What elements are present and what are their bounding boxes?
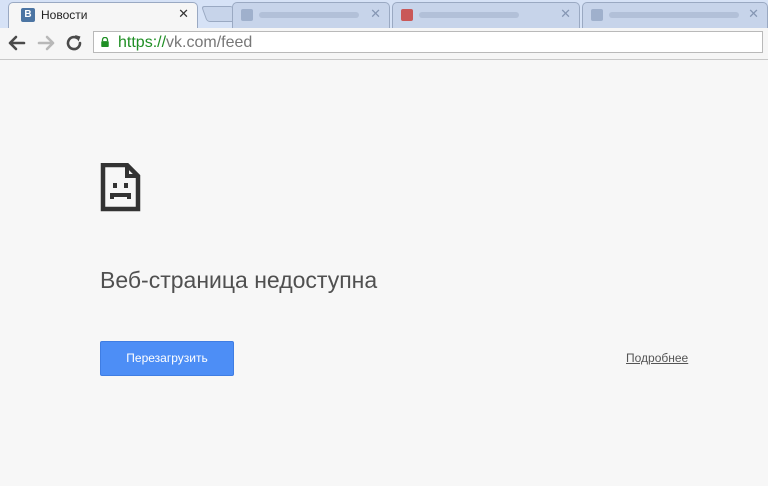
close-icon[interactable]: ✕ bbox=[178, 6, 189, 22]
favicon-icon bbox=[241, 9, 253, 21]
close-icon[interactable]: ✕ bbox=[560, 6, 571, 22]
favicon-icon bbox=[401, 9, 413, 21]
error-heading: Веб-страница недоступна bbox=[100, 267, 378, 293]
toolbar: https://vk.com/feed bbox=[0, 28, 768, 60]
back-arrow-icon bbox=[8, 35, 26, 51]
close-icon[interactable]: ✕ bbox=[370, 6, 381, 22]
tab-background-1[interactable]: ✕ bbox=[232, 2, 390, 28]
tab-title-blurred bbox=[259, 12, 359, 18]
forward-arrow-icon bbox=[37, 35, 55, 51]
url-text: https://vk.com/feed bbox=[118, 34, 252, 52]
tab-title: Новости bbox=[41, 8, 88, 22]
reload-icon bbox=[66, 35, 82, 51]
close-icon[interactable]: ✕ bbox=[748, 6, 759, 22]
address-bar[interactable]: https://vk.com/feed bbox=[93, 31, 763, 53]
url-path: vk.com/feed bbox=[166, 34, 253, 51]
url-scheme: https:// bbox=[118, 34, 167, 51]
back-button[interactable] bbox=[6, 32, 28, 54]
tab-news[interactable]: В Новости ✕ bbox=[8, 2, 198, 28]
tab-title-blurred bbox=[609, 12, 739, 18]
sad-file-icon bbox=[100, 163, 141, 212]
vk-favicon-icon: В bbox=[21, 8, 35, 22]
tab-title-blurred bbox=[419, 12, 519, 18]
reload-toolbar-button[interactable] bbox=[63, 32, 85, 54]
details-link[interactable]: Подробнее bbox=[626, 351, 688, 365]
favicon-icon bbox=[591, 9, 603, 21]
tab-background-3[interactable]: ✕ bbox=[582, 2, 768, 28]
forward-button[interactable] bbox=[35, 32, 57, 54]
lock-icon bbox=[101, 37, 109, 47]
tab-background-2[interactable]: ✕ bbox=[392, 2, 580, 28]
tab-strip: В Новости ✕ ✕ ✕ ✕ bbox=[0, 0, 768, 29]
reload-button[interactable]: Перезагрузить bbox=[100, 341, 234, 376]
